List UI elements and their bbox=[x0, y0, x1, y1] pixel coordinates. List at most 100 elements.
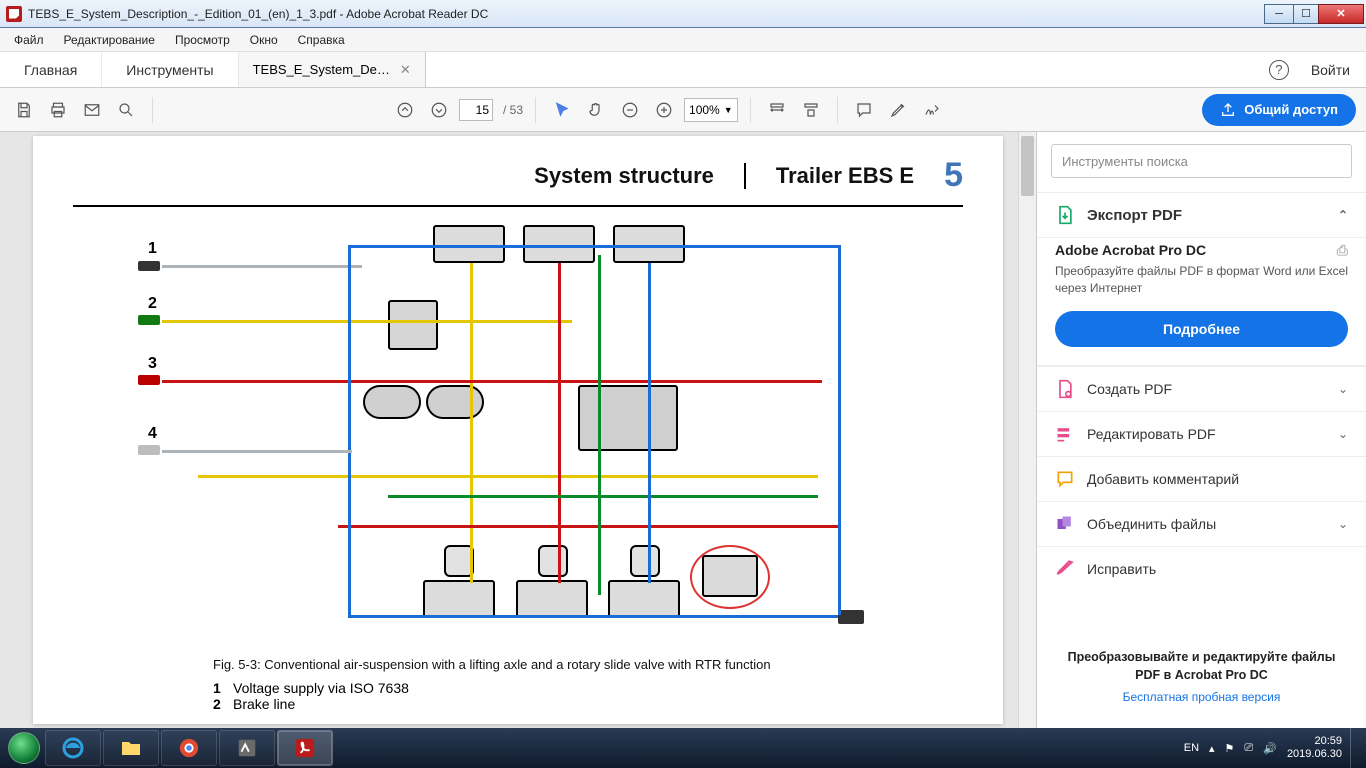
export-pdf-icon bbox=[1055, 205, 1075, 225]
page-up-icon[interactable] bbox=[391, 96, 419, 124]
zoom-in-icon[interactable] bbox=[650, 96, 678, 124]
diagram-label-1: 1 bbox=[148, 240, 157, 258]
taskbar-explorer[interactable] bbox=[103, 730, 159, 766]
chevron-down-icon: ⌄ bbox=[1338, 427, 1348, 441]
tray-volume-icon[interactable]: 🔊 bbox=[1263, 742, 1277, 755]
diagram-label-3: 3 bbox=[148, 355, 157, 373]
panel-item-label: Добавить комментарий bbox=[1087, 471, 1239, 487]
zoom-out-icon[interactable] bbox=[616, 96, 644, 124]
panel-export-pdf-label: Экспорт PDF bbox=[1087, 207, 1182, 224]
page-number-input[interactable] bbox=[459, 99, 493, 121]
content-area: System structure Trailer EBS E 5 1 2 3 4 bbox=[0, 132, 1366, 728]
window-title: TEBS_E_System_Description_-_Edition_01_(… bbox=[28, 7, 1265, 21]
email-icon[interactable] bbox=[78, 96, 106, 124]
save-icon[interactable] bbox=[10, 96, 38, 124]
tray-flag-icon[interactable]: ⚑ bbox=[1225, 742, 1235, 755]
fit-page-icon[interactable] bbox=[797, 96, 825, 124]
help-icon[interactable]: ? bbox=[1269, 60, 1289, 80]
page-header: System structure Trailer EBS E 5 bbox=[73, 156, 963, 195]
scrollbar-thumb[interactable] bbox=[1021, 136, 1034, 196]
panel-redact[interactable]: Исправить bbox=[1037, 546, 1366, 591]
brake-chamber bbox=[433, 225, 505, 263]
menu-edit[interactable]: Редактирование bbox=[54, 30, 165, 50]
sign-icon[interactable] bbox=[918, 96, 946, 124]
show-desktop-button[interactable] bbox=[1350, 728, 1362, 768]
diagram-plug-1 bbox=[138, 261, 160, 271]
fit-width-icon[interactable] bbox=[763, 96, 791, 124]
valve-block bbox=[388, 300, 438, 350]
tray-up-icon[interactable]: ▴ bbox=[1209, 742, 1215, 755]
tab-home[interactable]: Главная bbox=[0, 52, 102, 87]
tab-tools[interactable]: Инструменты bbox=[102, 52, 238, 87]
pdf-scrollbar[interactable] bbox=[1018, 132, 1036, 728]
panel-item-label: Объединить файлы bbox=[1087, 516, 1216, 532]
sign-in-button[interactable]: Войти bbox=[1311, 62, 1350, 78]
document-tabs: Главная Инструменты TEBS_E_System_De… ✕ … bbox=[0, 52, 1366, 88]
diagram-label-2: 2 bbox=[148, 295, 157, 313]
taskbar-app[interactable] bbox=[219, 730, 275, 766]
taskbar: EN ▴ ⚑ ⎚ 🔊 20:59 2019.06.30 bbox=[0, 728, 1366, 768]
comment-icon bbox=[1055, 469, 1075, 489]
panel-footer-heading: Преобразовывайте и редактируйте файлы PD… bbox=[1057, 649, 1346, 684]
window-titlebar: TEBS_E_System_Description_-_Edition_01_(… bbox=[0, 0, 1366, 28]
menu-view[interactable]: Просмотр bbox=[165, 30, 240, 50]
share-button-label: Общий доступ bbox=[1244, 102, 1338, 117]
panel-export-pdf[interactable]: Экспорт PDF ⌃ bbox=[1037, 192, 1366, 238]
print-icon[interactable] bbox=[44, 96, 72, 124]
close-button[interactable]: ✕ bbox=[1318, 4, 1364, 24]
combine-icon bbox=[1055, 514, 1075, 534]
minimize-button[interactable]: ─ bbox=[1264, 4, 1294, 24]
tab-document[interactable]: TEBS_E_System_De… ✕ bbox=[239, 52, 426, 87]
menu-file[interactable]: Файл bbox=[4, 30, 54, 50]
brake-chamber bbox=[613, 225, 685, 263]
diagram-label-4: 4 bbox=[148, 425, 157, 443]
search-icon[interactable] bbox=[112, 96, 140, 124]
header-rule bbox=[73, 205, 963, 207]
highlight-icon[interactable] bbox=[884, 96, 912, 124]
brake-chamber bbox=[523, 225, 595, 263]
pdf-viewport[interactable]: System structure Trailer EBS E 5 1 2 3 4 bbox=[0, 132, 1036, 728]
redact-icon bbox=[1055, 559, 1075, 579]
learn-more-button[interactable]: Подробнее bbox=[1055, 311, 1348, 347]
chevron-down-icon: ⌄ bbox=[1338, 382, 1348, 396]
air-spring bbox=[630, 545, 660, 577]
air-spring bbox=[538, 545, 568, 577]
taskbar-ie[interactable] bbox=[45, 730, 101, 766]
ecu-module bbox=[578, 385, 678, 451]
tray-network-icon[interactable]: ⎚ bbox=[1244, 742, 1253, 755]
page-down-icon[interactable] bbox=[425, 96, 453, 124]
chevron-up-icon: ⌃ bbox=[1338, 208, 1348, 222]
legend-row: 1Voltage supply via ISO 7638 bbox=[213, 680, 963, 696]
start-button[interactable] bbox=[4, 728, 44, 768]
tray-lang[interactable]: EN bbox=[1184, 742, 1199, 754]
maximize-button[interactable]: ☐ bbox=[1293, 4, 1319, 24]
windows-orb-icon bbox=[8, 732, 40, 764]
socket-connector bbox=[838, 610, 864, 624]
tools-search-input[interactable]: Инструменты поиска bbox=[1051, 144, 1352, 178]
panel-combine-files[interactable]: Объединить файлы ⌄ bbox=[1037, 501, 1366, 546]
panel-footer: Преобразовывайте и редактируйте файлы PD… bbox=[1037, 637, 1366, 716]
tray-clock[interactable]: 20:59 2019.06.30 bbox=[1287, 735, 1342, 761]
panel-create-pdf[interactable]: Создать PDF ⌄ bbox=[1037, 366, 1366, 411]
edit-pdf-icon bbox=[1055, 424, 1075, 444]
tools-panel: Инструменты поиска Экспорт PDF ⌃ Adobe A… bbox=[1036, 132, 1366, 728]
pointer-icon[interactable] bbox=[548, 96, 576, 124]
air-tank bbox=[426, 385, 484, 419]
hand-icon[interactable] bbox=[582, 96, 610, 124]
pro-title: Adobe Acrobat Pro DC bbox=[1055, 242, 1206, 259]
menu-window[interactable]: Окно bbox=[240, 30, 288, 50]
menu-bar: Файл Редактирование Просмотр Окно Справк… bbox=[0, 28, 1366, 52]
comment-icon[interactable] bbox=[850, 96, 878, 124]
pdf-page: System structure Trailer EBS E 5 1 2 3 4 bbox=[33, 136, 1003, 724]
panel-add-comment[interactable]: Добавить комментарий bbox=[1037, 456, 1366, 501]
brake-chamber bbox=[608, 580, 680, 618]
panel-edit-pdf[interactable]: Редактировать PDF ⌄ bbox=[1037, 411, 1366, 456]
free-trial-link[interactable]: Бесплатная пробная версия bbox=[1057, 690, 1346, 704]
zoom-select[interactable]: 100%▼ bbox=[684, 98, 738, 122]
menu-help[interactable]: Справка bbox=[288, 30, 355, 50]
chevron-down-icon: ⌄ bbox=[1338, 517, 1348, 531]
share-button[interactable]: Общий доступ bbox=[1202, 94, 1356, 126]
tab-close-icon[interactable]: ✕ bbox=[400, 62, 411, 78]
taskbar-chrome[interactable] bbox=[161, 730, 217, 766]
taskbar-acrobat[interactable] bbox=[277, 730, 333, 766]
